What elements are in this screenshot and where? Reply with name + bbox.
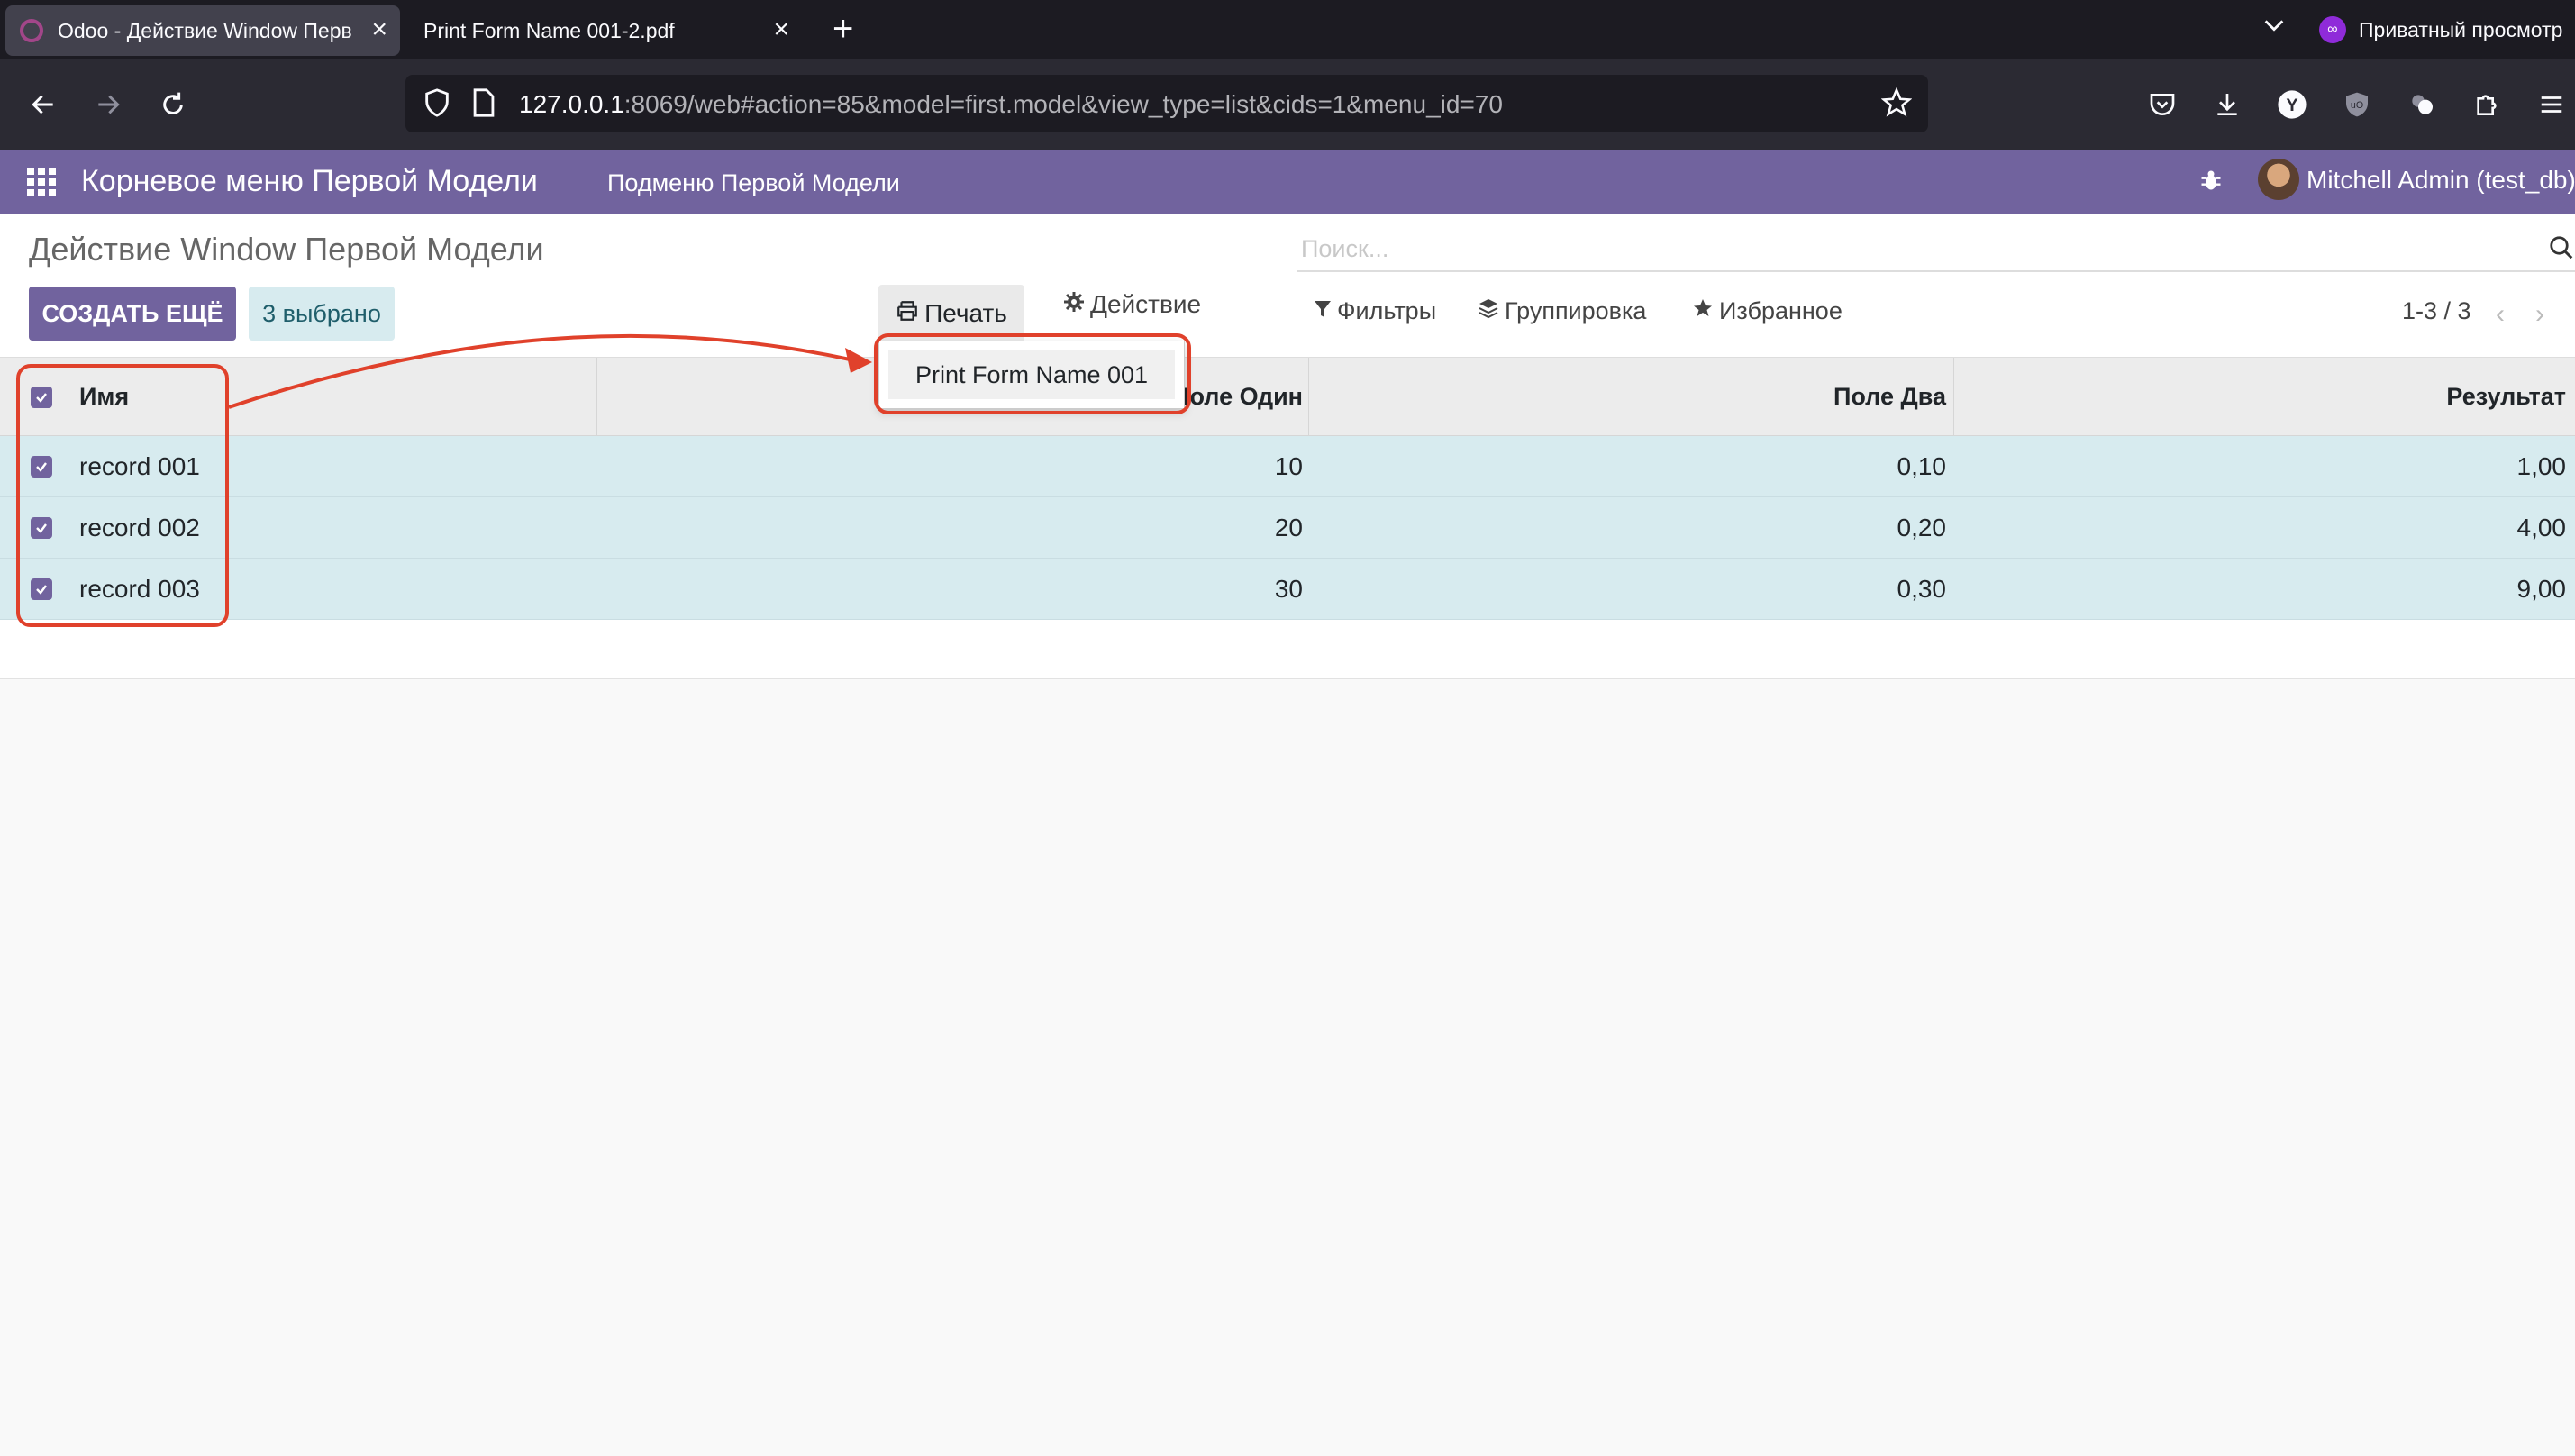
groupby-label: Группировка [1505, 297, 1647, 324]
gear-icon [1063, 290, 1085, 319]
browser-nav-bar: 127.0.0.1:8069/web#action=85&model=first… [0, 59, 2575, 150]
layers-icon [1478, 297, 1499, 325]
action-label: Действие [1090, 290, 1202, 318]
svg-text:uO: uO [2351, 100, 2363, 111]
puzzle-icon[interactable] [2469, 86, 2505, 123]
url-text[interactable]: 127.0.0.1:8069/web#action=85&model=first… [519, 90, 1503, 119]
pager-next-icon[interactable]: › [2535, 299, 2544, 330]
groupby-button[interactable]: Группировка [1478, 297, 1646, 325]
private-mask-icon: ∞ [2319, 16, 2346, 43]
annotation-highlight-names [16, 364, 229, 627]
search-bar [1297, 225, 2575, 272]
funnel-icon [1314, 297, 1332, 325]
reload-icon[interactable] [153, 85, 193, 124]
star-icon[interactable] [1880, 86, 1913, 123]
menu-item-submenu[interactable]: Подменю Первой Модели [607, 169, 900, 197]
table-row[interactable]: record 002 20 0,20 4,00 [0, 497, 2575, 559]
cell-field1: 10 [1274, 451, 1303, 480]
url-path: :8069/web#action=85&model=first.model&vi… [623, 90, 1503, 118]
create-button[interactable]: СОЗДАТЬ ЕЩЁ [29, 287, 236, 341]
favorites-button[interactable]: Избранное [1692, 297, 1843, 325]
odoo-main-navbar: Корневое меню Первой Модели Подменю Перв… [0, 150, 2575, 214]
control-panel: Действие Window Первой Модели СОЗДАТЬ ЕЩ… [0, 214, 2575, 357]
close-tab-icon[interactable]: × [773, 16, 789, 43]
forward-icon[interactable] [88, 85, 128, 124]
table-row[interactable]: record 003 30 0,30 9,00 [0, 559, 2575, 620]
cell-result: 1,00 [2516, 451, 2567, 480]
url-host: 127.0.0.1 [519, 90, 624, 118]
printer-icon [896, 299, 919, 328]
new-tab-icon[interactable]: + [833, 11, 853, 47]
yandex-icon[interactable]: Y [2274, 86, 2310, 123]
cell-field2: 0,30 [1897, 574, 1947, 603]
filters-button[interactable]: Фильтры [1314, 297, 1436, 325]
back-icon[interactable] [23, 85, 63, 124]
pager-value[interactable]: 1-3 / 3 [2402, 297, 2471, 325]
close-tab-icon[interactable]: × [371, 16, 387, 43]
address-bar[interactable]: 127.0.0.1:8069/web#action=85&model=first… [405, 75, 1928, 132]
debug-bug-icon[interactable] [2198, 168, 2224, 199]
browser-tab-odoo[interactable]: Odoo - Действие Window Перв × [5, 5, 400, 56]
table-footer [0, 620, 2575, 679]
ublock-icon[interactable]: uO [2339, 86, 2375, 123]
action-button[interactable]: Действие [1063, 290, 1201, 319]
odoo-favicon-icon [20, 19, 43, 42]
filters-label: Фильтры [1337, 297, 1437, 324]
private-label: Приватный просмотр [2359, 17, 2563, 41]
menu-icon[interactable] [2534, 86, 2570, 123]
pocket-icon[interactable] [2144, 86, 2180, 123]
pager-previous-icon[interactable]: ‹ [2496, 299, 2505, 330]
tab-title: Print Form Name 001-2.pdf [423, 18, 675, 42]
browser-tab-bar: Odoo - Действие Window Перв × Print Form… [0, 0, 2575, 59]
cell-field1: 30 [1274, 574, 1303, 603]
breadcrumb: Действие Window Первой Модели [29, 231, 544, 268]
cell-field1: 20 [1274, 513, 1303, 541]
shield-icon[interactable] [422, 87, 452, 123]
apps-grid-icon[interactable] [27, 168, 56, 196]
column-header-result[interactable]: Результат [1955, 358, 2566, 435]
favorites-label: Избранное [1719, 297, 1843, 324]
annotation-highlight-print-item [874, 333, 1191, 414]
selected-count-badge: 3 выбрано [249, 287, 395, 341]
private-browsing-indicator: ∞ Приватный просмотр [2319, 0, 2562, 59]
list-table: Имя Поле Один Поле Два Результат record … [0, 357, 2575, 679]
print-label: Печать [924, 299, 1007, 327]
star-icon [1692, 297, 1714, 325]
cell-result: 9,00 [2516, 574, 2567, 603]
extension-icon[interactable] [2404, 86, 2440, 123]
column-header-field2[interactable]: Поле Два [1310, 358, 1946, 435]
page-icon[interactable] [470, 87, 497, 123]
cell-field2: 0,20 [1897, 513, 1947, 541]
search-input[interactable] [1301, 232, 2508, 265]
search-icon[interactable] [2548, 234, 2575, 266]
table-row[interactable]: record 001 10 0,10 1,00 [0, 436, 2575, 497]
cell-result: 4,00 [2516, 513, 2567, 541]
app-brand[interactable]: Корневое меню Первой Модели [81, 164, 538, 199]
table-header: Имя Поле Один Поле Два Результат [0, 357, 2575, 436]
browser-tab-pdf[interactable]: Print Form Name 001-2.pdf × [405, 5, 802, 56]
user-menu[interactable]: Mitchell Admin (test_db) [2307, 166, 2575, 195]
svg-text:Y: Y [2286, 96, 2297, 115]
tab-list-chevron-icon[interactable] [2261, 13, 2287, 42]
tab-title: Odoo - Действие Window Перв [58, 18, 352, 42]
cell-field2: 0,10 [1897, 451, 1947, 480]
download-icon[interactable] [2209, 86, 2245, 123]
avatar[interactable] [2258, 159, 2299, 200]
